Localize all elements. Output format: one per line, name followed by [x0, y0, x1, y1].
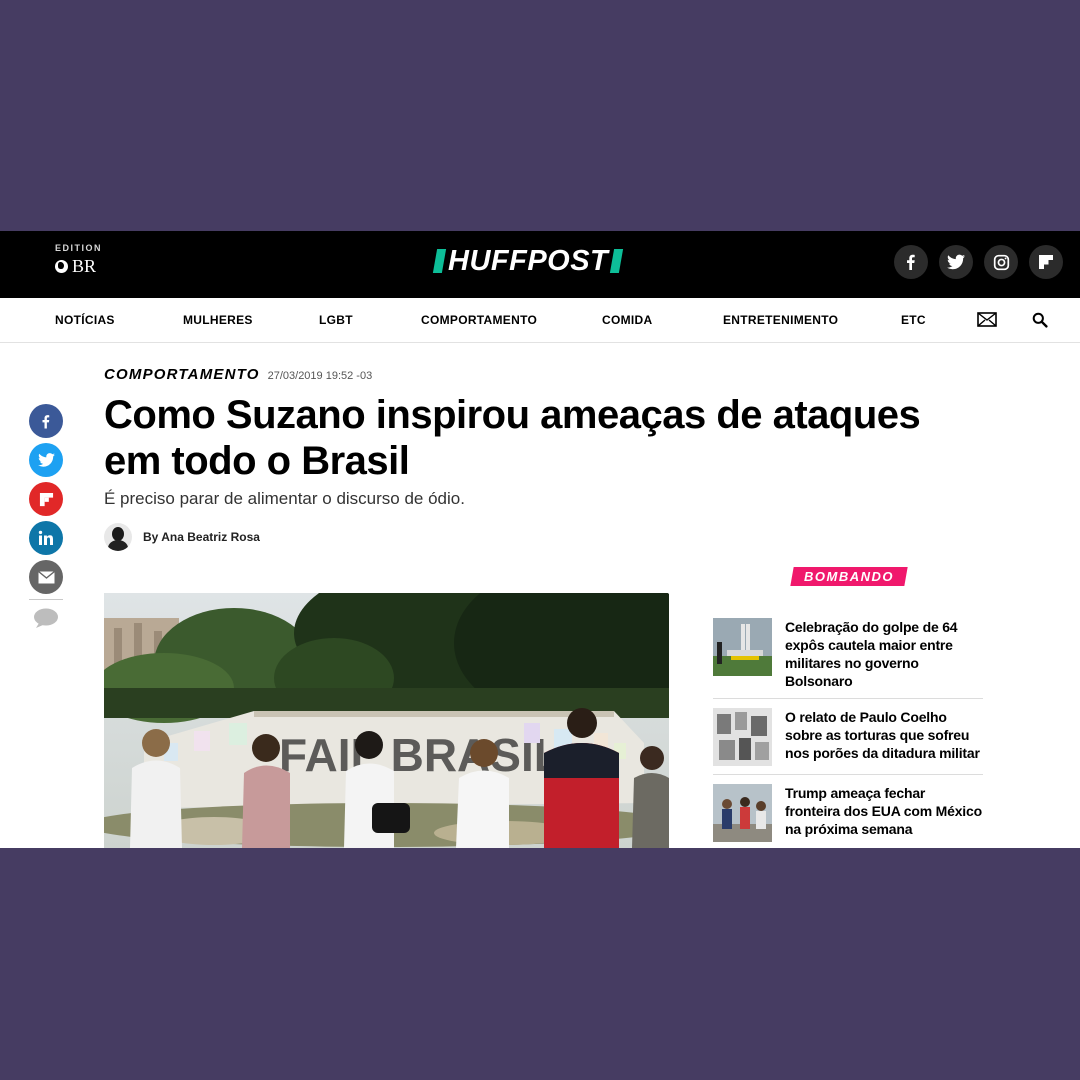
nav-item-entretenimento[interactable]: ENTRETENIMENTO — [723, 313, 838, 327]
trending-item[interactable]: O relato de Paulo Coelho sobre as tortur… — [713, 708, 983, 766]
logo-right-bar — [610, 249, 624, 273]
globe-icon — [55, 260, 68, 273]
search-icon[interactable] — [1032, 312, 1048, 333]
main-nav: NOTÍCIAS MULHERES LGBT COMPORTAMENTO COM… — [0, 298, 1080, 343]
share-email-icon[interactable] — [29, 560, 63, 594]
edition-code: BR — [72, 256, 97, 276]
trending-title: Celebração do golpe de 64 expôs cautela … — [785, 619, 958, 689]
nav-item-lgbt[interactable]: LGBT — [319, 313, 353, 327]
trending-thumbnail — [713, 618, 772, 676]
trending-item[interactable]: Trump ameaça fechar fronteira dos EUA co… — [713, 784, 983, 842]
bombando-label: BOMBANDO — [790, 567, 908, 586]
nav-item-mulheres[interactable]: MULHERES — [183, 313, 253, 327]
share-twitter-icon[interactable] — [29, 443, 63, 477]
trending-divider — [713, 774, 983, 775]
share-linkedin-icon[interactable] — [29, 521, 63, 555]
comment-icon[interactable] — [33, 608, 59, 632]
share-facebook-icon[interactable] — [29, 404, 63, 438]
byline: By Ana Beatriz Rosa — [104, 523, 260, 551]
trending-thumbnail — [713, 784, 772, 842]
edition-label: EDITION — [55, 243, 103, 253]
browser-page: EDITION BR HUFFPOST NOTÍCIAS MULHERES LG… — [0, 231, 1080, 848]
nav-item-comportamento[interactable]: COMPORTAMENTO — [421, 313, 537, 327]
logo-text: HUFFPOST — [448, 245, 609, 277]
share-divider — [29, 599, 63, 600]
share-flipboard-icon[interactable] — [29, 482, 63, 516]
header-social-links — [894, 245, 1063, 279]
mail-icon[interactable] — [977, 312, 997, 332]
trending-thumbnail — [713, 708, 772, 766]
trending-title: Trump ameaça fechar fronteira dos EUA co… — [785, 785, 982, 837]
edition-selector[interactable]: EDITION BR — [55, 243, 102, 277]
article-photo: FAIL BRASIL — [104, 593, 669, 848]
article-headline: Como Suzano inspirou ameaças de ataques … — [104, 393, 921, 483]
instagram-icon[interactable] — [984, 245, 1018, 279]
photo-illustration: FAIL BRASIL — [104, 593, 669, 848]
section-tag[interactable]: COMPORTAMENTO — [104, 366, 260, 383]
nav-item-comida[interactable]: COMIDA — [602, 313, 652, 327]
logo-left-bar — [432, 249, 447, 273]
top-bar: EDITION BR HUFFPOST — [0, 231, 1080, 298]
graffiti: FAIL BRASIL — [279, 729, 562, 781]
article-subhead: É preciso parar de alimentar o discurso … — [104, 489, 465, 508]
facebook-icon[interactable] — [894, 245, 928, 279]
author-avatar[interactable] — [104, 523, 132, 551]
author-name[interactable]: By Ana Beatriz Rosa — [143, 530, 260, 544]
nav-item-etc[interactable]: ETC — [901, 313, 926, 327]
trending-title: O relato de Paulo Coelho sobre as tortur… — [785, 709, 980, 761]
trending-divider — [713, 698, 983, 699]
share-rail — [29, 404, 63, 633]
nav-item-noticias[interactable]: NOTÍCIAS — [55, 313, 115, 327]
article-meta: COMPORTAMENTO 27/03/2019 19:52 -03 — [104, 366, 372, 383]
timestamp: 27/03/2019 19:52 -03 — [267, 370, 373, 382]
twitter-icon[interactable] — [939, 245, 973, 279]
bombando-text: BOMBANDO — [804, 569, 894, 584]
trending-item[interactable]: Celebração do golpe de 64 expôs cautela … — [713, 618, 983, 690]
huffpost-logo[interactable]: HUFFPOST — [432, 245, 624, 277]
flipboard-icon[interactable] — [1029, 245, 1063, 279]
